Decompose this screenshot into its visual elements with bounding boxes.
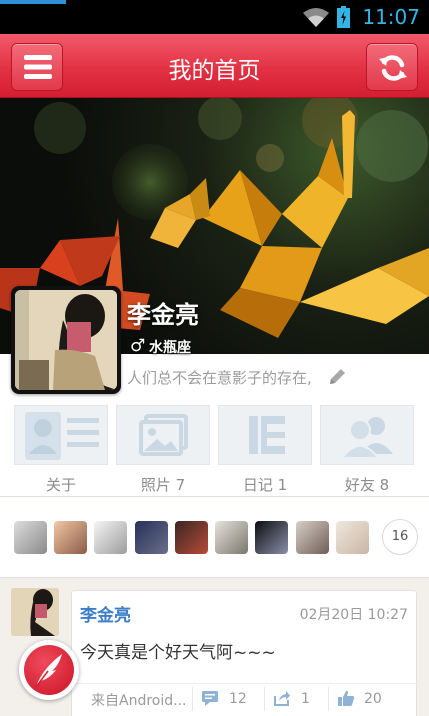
status-time: 11:07 <box>362 5 420 29</box>
friend-avatar[interactable] <box>14 521 47 554</box>
friend-avatar[interactable] <box>255 521 288 554</box>
share-icon[interactable] <box>273 689 291 707</box>
post-content: 今天真是个好天气阿~~~ <box>80 643 276 663</box>
friend-avatar[interactable] <box>135 521 168 554</box>
like-count: 20 <box>364 691 382 707</box>
friends-icon <box>339 417 393 459</box>
friend-avatar[interactable] <box>54 521 87 554</box>
refresh-icon <box>379 55 407 81</box>
friend-avatar[interactable] <box>175 521 208 554</box>
status-accent-bar <box>0 0 66 4</box>
friend-avatar[interactable] <box>296 521 329 554</box>
tab-about-label: 关于 <box>45 476 76 494</box>
post-author-avatar[interactable] <box>11 588 59 636</box>
post-source: 来自Android... <box>91 693 187 709</box>
tab-friends[interactable]: 好友 8 <box>320 405 414 494</box>
wifi-icon <box>303 8 329 27</box>
tab-friends-label: 好友 8 <box>344 476 390 494</box>
stat-separator <box>264 687 265 711</box>
zodiac-sign: 水瓶座 <box>149 340 191 356</box>
like-thumb-icon[interactable] <box>337 689 355 707</box>
profile-card-icon <box>25 412 99 460</box>
friend-avatar[interactable] <box>336 521 369 554</box>
tab-photos[interactable]: 照片 7 <box>116 405 210 494</box>
post-author-avatar-photo <box>11 588 59 636</box>
refresh-button[interactable] <box>366 43 418 91</box>
avatar-photo <box>15 290 117 390</box>
stat-separator <box>192 687 193 711</box>
profile-tabs: 关于 照片 7 日记 1 好友 8 <box>0 399 429 496</box>
comment-icon[interactable] <box>201 689 219 707</box>
edit-pencil-icon[interactable] <box>326 366 348 388</box>
diary-icon <box>249 416 285 454</box>
user-signature: 人们总不会在意影子的存在, <box>127 369 312 387</box>
feather-quill-icon <box>35 654 62 688</box>
tab-photos-label: 照片 7 <box>140 476 186 494</box>
title-bar: 我的首页 <box>0 34 429 98</box>
user-name: 李金亮 <box>127 301 199 329</box>
share-count: 1 <box>301 691 310 707</box>
male-gender-icon: ♂ <box>130 336 146 356</box>
post-author[interactable]: 李金亮 <box>80 601 131 626</box>
stat-separator <box>328 687 329 711</box>
profile-page: 11:07 我的首页 李金亮 ♂ 水瓶座 人们总不会在意影子的存在, 关于 照片… <box>0 0 429 716</box>
post-time: 02月20日 10:27 <box>299 607 408 623</box>
avatar[interactable] <box>11 286 121 394</box>
tab-diary[interactable]: 日记 1 <box>218 405 312 494</box>
tab-about[interactable]: 关于 <box>14 405 108 494</box>
compose-button[interactable] <box>19 640 79 700</box>
battery-icon <box>337 6 350 28</box>
friends-count-badge[interactable]: 16 <box>382 519 418 555</box>
comment-count: 12 <box>229 691 247 707</box>
tab-diary-label: 日记 1 <box>242 476 288 494</box>
photo-icon <box>139 414 188 456</box>
status-bar: 11:07 <box>0 0 429 34</box>
friend-avatar[interactable] <box>94 521 127 554</box>
page-title: 我的首页 <box>168 58 261 84</box>
friend-avatar[interactable] <box>215 521 248 554</box>
friends-avatar-strip <box>0 497 429 578</box>
